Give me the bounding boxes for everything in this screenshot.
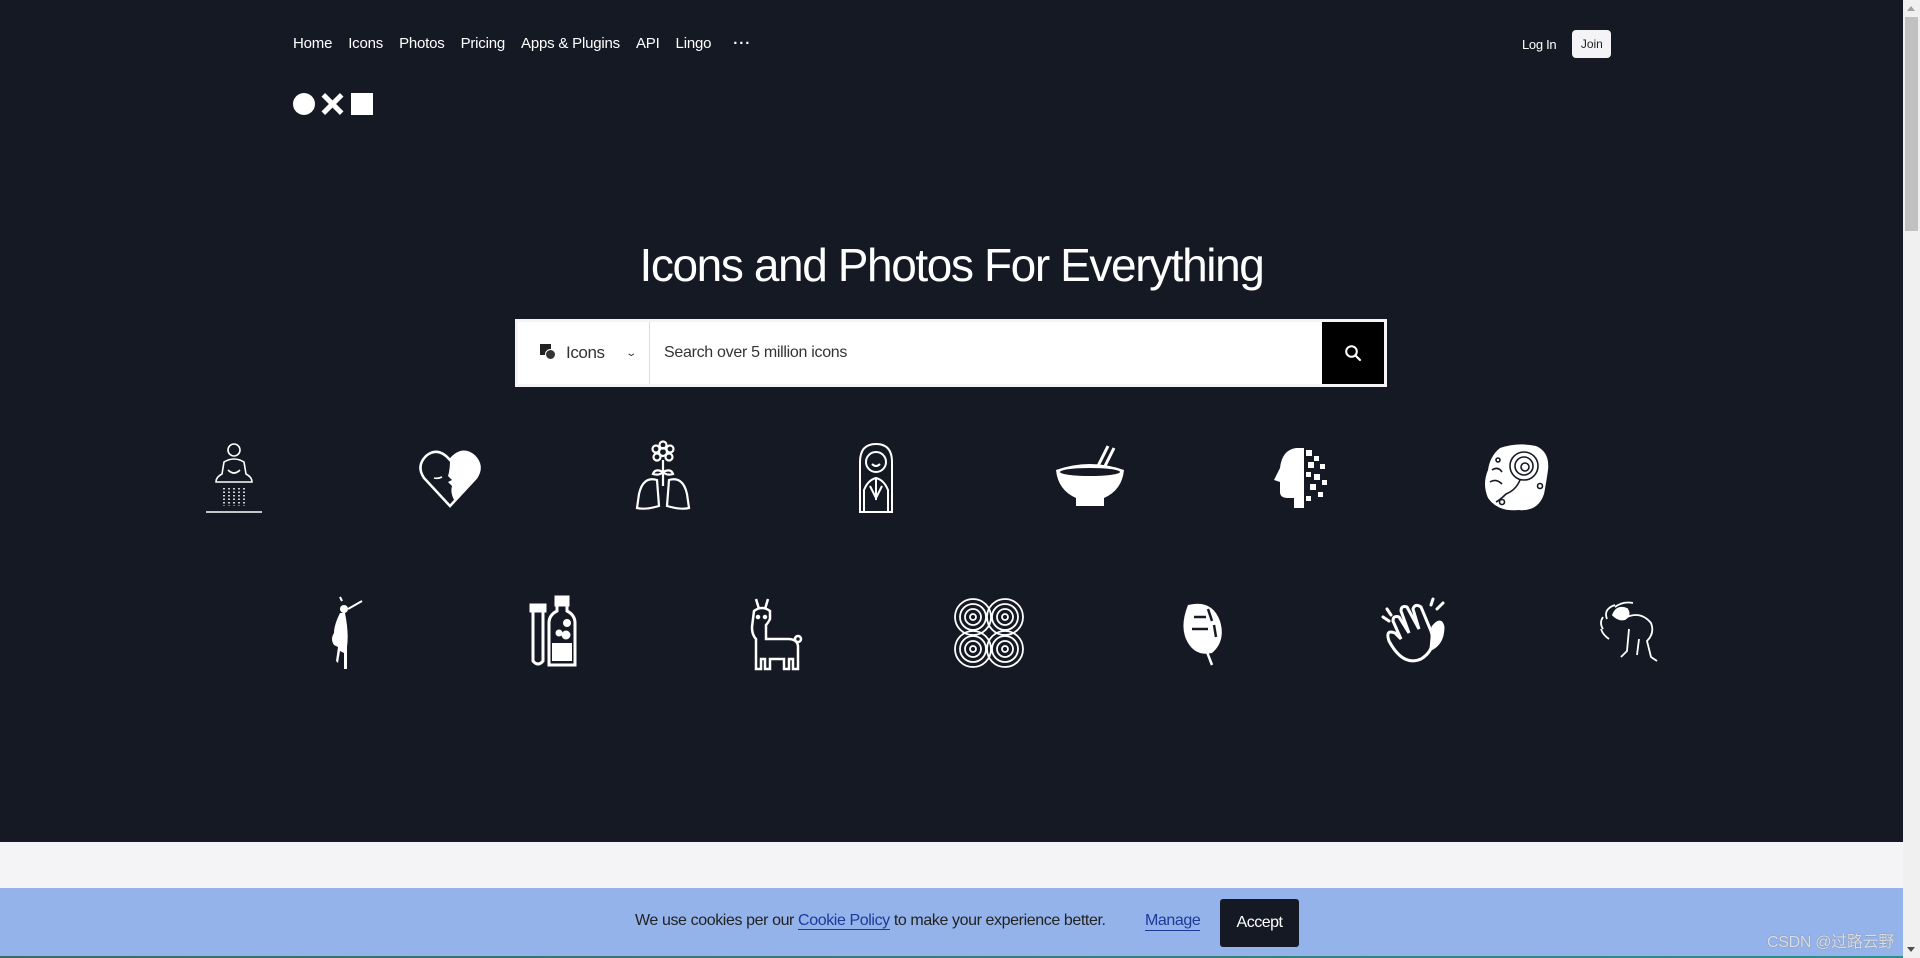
more-menu-button[interactable]: ··· bbox=[733, 34, 751, 54]
nav-photos[interactable]: Photos bbox=[399, 34, 445, 54]
search-type-dropdown[interactable]: Icons ⌄ bbox=[518, 322, 650, 384]
nav-api[interactable]: API bbox=[636, 34, 660, 54]
search-inner: Icons ⌄ bbox=[518, 322, 1384, 384]
dancing-woman-icon[interactable] bbox=[306, 593, 386, 673]
auth-controls: Log In Join bbox=[1522, 30, 1612, 58]
nav-apps-plugins[interactable]: Apps & Plugins bbox=[521, 34, 620, 54]
page-title: Icons and Photos For Everything bbox=[639, 239, 1265, 291]
scroll-down-arrow-icon[interactable] bbox=[1907, 947, 1915, 952]
nav-lingo[interactable]: Lingo bbox=[676, 34, 712, 54]
dizzy-person-icon[interactable] bbox=[1591, 593, 1671, 673]
search-icon bbox=[1345, 345, 1362, 362]
scrollbar-thumb[interactable] bbox=[1905, 17, 1918, 231]
page: Home Icons Photos Pricing Apps & Plugins… bbox=[0, 0, 1903, 958]
search-input[interactable] bbox=[650, 322, 1322, 384]
watermark: CSDN @过路云野 bbox=[1767, 934, 1895, 951]
cookie-message: We use cookies per our Cookie Policy to … bbox=[635, 912, 1106, 930]
concentric-loops-icon[interactable] bbox=[949, 593, 1029, 673]
flower-lungs-icon[interactable] bbox=[623, 438, 703, 518]
test-tube-bottle-icon[interactable] bbox=[521, 593, 601, 673]
cookie-text-before: We use cookies per our bbox=[635, 912, 799, 929]
heart-face-icon[interactable] bbox=[410, 438, 490, 518]
logo-x-icon bbox=[321, 93, 343, 115]
monstera-leaf-icon[interactable] bbox=[1164, 593, 1244, 673]
pixel-head-icon[interactable] bbox=[1264, 438, 1344, 518]
shapes-icon bbox=[540, 344, 558, 362]
meditating-buddha-icon[interactable] bbox=[194, 438, 274, 518]
bowl-chopsticks-icon[interactable] bbox=[1050, 438, 1130, 518]
nav-pricing[interactable]: Pricing bbox=[461, 34, 506, 54]
nav-home[interactable]: Home bbox=[293, 34, 332, 54]
logo-circle-icon bbox=[293, 93, 315, 115]
main-nav: Home Icons Photos Pricing Apps & Plugins… bbox=[293, 34, 767, 54]
accept-cookies-button[interactable]: Accept bbox=[1220, 899, 1299, 947]
llama-icon[interactable] bbox=[734, 593, 814, 673]
manage-cookies-link[interactable]: Manage bbox=[1145, 912, 1201, 931]
nav-icons[interactable]: Icons bbox=[348, 34, 383, 54]
hero-section: Home Icons Photos Pricing Apps & Plugins… bbox=[0, 0, 1903, 842]
scroll-up-arrow-icon[interactable] bbox=[1907, 6, 1915, 11]
cookie-policy-link[interactable]: Cookie Policy bbox=[798, 912, 890, 930]
login-link[interactable]: Log In bbox=[1522, 37, 1557, 52]
woman-portrait-icon[interactable] bbox=[836, 438, 916, 518]
search-button[interactable] bbox=[1322, 322, 1384, 384]
scrollbar[interactable] bbox=[1903, 0, 1920, 958]
search-bar: Icons ⌄ bbox=[515, 319, 1387, 387]
clapping-hands-icon[interactable] bbox=[1377, 593, 1457, 673]
logo-square-icon bbox=[351, 93, 373, 115]
join-button[interactable]: Join bbox=[1572, 30, 1612, 58]
cookie-text-after: to make your experience better. bbox=[889, 912, 1106, 929]
search-type-label: Icons bbox=[566, 343, 605, 362]
chevron-down-icon: ⌄ bbox=[624, 347, 637, 359]
cookie-banner: We use cookies per our Cookie Policy to … bbox=[0, 888, 1903, 956]
logo[interactable] bbox=[293, 93, 373, 115]
ammonite-fossil-icon[interactable] bbox=[1478, 438, 1558, 518]
